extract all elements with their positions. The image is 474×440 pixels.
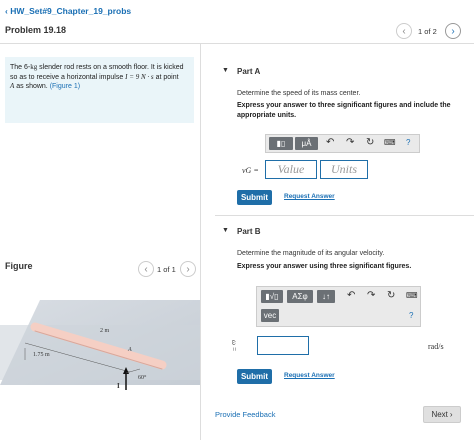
undo-icon[interactable]: ↶ <box>347 290 355 301</box>
prev-problem-button[interactable]: ‹ <box>396 23 412 39</box>
omega-input[interactable] <box>257 336 309 355</box>
part-a-submit-button[interactable]: Submit <box>237 190 272 205</box>
problem-pager: 1 of 2 <box>418 27 437 36</box>
part-b-title: Part B <box>237 227 261 236</box>
offset-label: 1.75 m <box>33 352 50 358</box>
next-problem-button[interactable]: › <box>445 23 461 39</box>
chevron-left-icon: ‹ <box>144 263 148 275</box>
point-a-label: A <box>127 347 132 353</box>
vec-button[interactable]: vec <box>261 309 279 322</box>
part-a-title: Part A <box>237 67 261 76</box>
problem-statement: The 6-kg slender rod rests on a smooth f… <box>5 57 194 123</box>
figure-pager: 1 of 1 <box>157 265 176 274</box>
chevron-left-icon: ‹ <box>402 25 406 37</box>
omega-label: ω = <box>230 340 238 352</box>
next-button-label: Next <box>431 410 448 419</box>
part-b-toggle[interactable]: ▼ <box>222 227 229 234</box>
angle-label: 60° <box>138 374 147 381</box>
chevron-right-icon: › <box>449 410 453 419</box>
figure-diagram: 2 m 1.75 m A I 60° <box>0 300 200 390</box>
part-a-request-answer-link[interactable]: Request Answer <box>284 193 335 200</box>
help-button[interactable]: ? <box>406 138 410 147</box>
breadcrumb-label: HW_Set#9_Chapter_19_probs <box>10 6 132 16</box>
provide-feedback-link[interactable]: Provide Feedback <box>215 410 275 419</box>
keyboard-icon[interactable]: ⌨ <box>406 291 418 300</box>
page-title: Problem 19.18 <box>5 25 67 35</box>
breadcrumb[interactable]: ‹ HW_Set#9_Chapter_19_probs <box>5 6 131 16</box>
redo-icon[interactable]: ↷ <box>346 137 354 148</box>
caret-down-icon: ▼ <box>222 67 229 74</box>
value-input[interactable]: Value <box>265 160 317 179</box>
vg-label: vG = <box>242 166 259 175</box>
reset-icon[interactable]: ↻ <box>387 290 395 301</box>
undo-icon[interactable]: ↶ <box>326 137 334 148</box>
next-figure-button[interactable]: › <box>180 261 196 277</box>
part-divider <box>215 215 474 216</box>
sort-arrows-button[interactable]: ↓↑ <box>317 290 335 303</box>
omega-unit: rad/s <box>428 342 444 351</box>
root-template-button[interactable]: ▮√▯ <box>261 290 283 303</box>
column-divider <box>200 44 201 440</box>
part-b-toolbar: ▮√▯ ΑΣφ ↓↑ ↶ ↷ ↻ ⌨ vec ? <box>256 286 421 327</box>
figure-heading: Figure <box>5 261 33 271</box>
prev-figure-button[interactable]: ‹ <box>138 261 154 277</box>
figure-link[interactable]: (Figure 1) <box>50 83 80 90</box>
keyboard-icon[interactable]: ⌨ <box>384 138 396 147</box>
chevron-right-icon: › <box>451 25 455 37</box>
chevron-right-icon: › <box>186 263 190 275</box>
part-a-instruction: Express your answer to three significant… <box>237 102 451 119</box>
part-a-toggle[interactable]: ▼ <box>222 67 229 74</box>
units-mu-button[interactable]: μÅ <box>295 137 318 150</box>
caret-down-icon: ▼ <box>222 227 229 234</box>
reset-icon[interactable]: ↻ <box>366 137 374 148</box>
part-b-request-answer-link[interactable]: Request Answer <box>284 372 335 379</box>
units-input[interactable]: Units <box>320 160 368 179</box>
part-b-instruction: Express your answer using three signific… <box>237 263 412 270</box>
redo-icon[interactable]: ↷ <box>367 290 375 301</box>
next-button[interactable]: Next › <box>423 406 461 423</box>
part-a-prompt: Determine the speed of its mass center. <box>237 90 361 97</box>
greek-symbols-button[interactable]: ΑΣφ <box>287 290 313 303</box>
header-divider <box>0 43 474 44</box>
template-button[interactable]: ▮▯ <box>269 137 293 150</box>
part-a-toolbar: ▮▯ μÅ ↶ ↷ ↻ ⌨ ? <box>265 134 420 153</box>
impulse-label: I <box>117 382 120 390</box>
rod-length-label: 2 m <box>100 328 110 334</box>
help-button[interactable]: ? <box>409 311 413 320</box>
part-b-submit-button[interactable]: Submit <box>237 369 272 384</box>
part-b-prompt: Determine the magnitude of its angular v… <box>237 250 385 257</box>
